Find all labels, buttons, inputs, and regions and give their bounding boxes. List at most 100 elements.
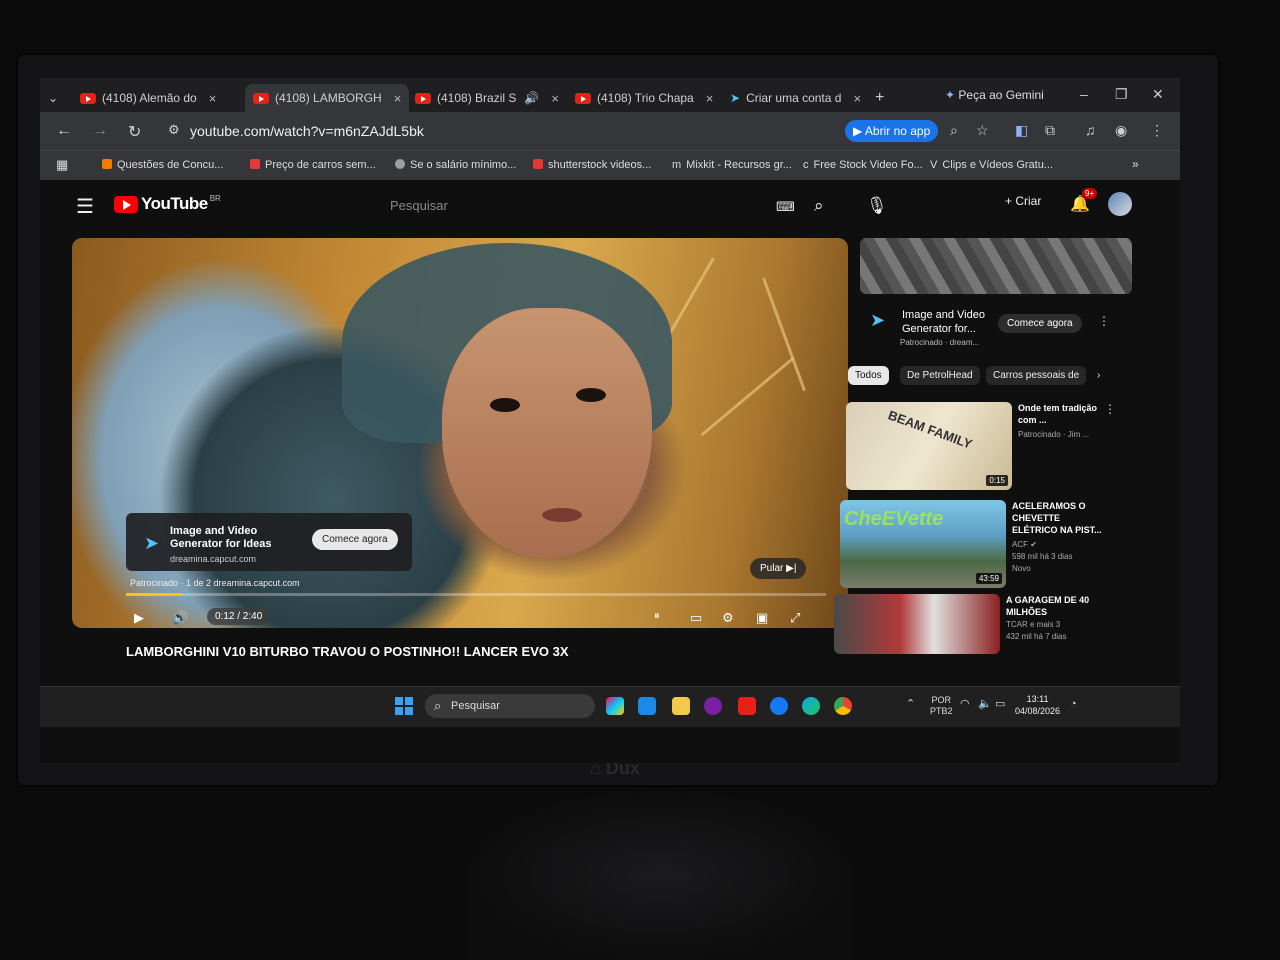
hamburger-menu-icon[interactable]: ☰ <box>76 194 94 219</box>
play-button[interactable]: ▶ <box>134 610 144 626</box>
bookmark-3[interactable]: Se o salário mínimo... <box>395 159 516 171</box>
progress-bar[interactable] <box>126 593 826 596</box>
forward-arrow-icon[interactable]: → <box>92 122 108 140</box>
list-item[interactable]: CheEVette 43:59 ACELERAMOS O CHEVETTE EL… <box>840 500 1120 590</box>
site-info-icon[interactable]: ⚙ <box>168 122 180 138</box>
tab-1[interactable]: (4108) Alemão do × <box>80 84 216 112</box>
more-options-icon[interactable]: ⋮ <box>1104 402 1116 416</box>
task-view-icon[interactable] <box>638 697 656 715</box>
close-tab-icon[interactable]: × <box>394 91 402 106</box>
gemini-sparkle-icon: ✦ <box>945 88 956 102</box>
open-in-app-button[interactable]: ▶ Abrir no app <box>845 120 939 142</box>
bookmark-5[interactable]: m Mixkit - Recursos gr... <box>672 159 792 171</box>
gemini-button[interactable]: ✦ Peça ao Gemini <box>945 88 1044 102</box>
facebook-icon[interactable] <box>770 697 788 715</box>
tab-2-active[interactable]: (4108) LAMBORGH × <box>245 84 410 112</box>
audio-playing-icon: 🔊 <box>524 91 540 105</box>
speaker-icon[interactable]: 🔈 <box>978 699 992 710</box>
close-tab-icon[interactable]: × <box>209 91 217 106</box>
video-title: LAMBORGHINI V10 BITURBO TRAVOU O POSTINH… <box>126 644 569 659</box>
youtube-favicon-icon <box>415 92 431 104</box>
chip-all[interactable]: Todos <box>848 366 889 385</box>
subtitles-icon[interactable]: ▭ <box>690 610 702 626</box>
video-stats: 432 mil há 7 dias <box>1006 632 1067 641</box>
capcut-logo-icon: ➤ <box>144 533 160 553</box>
close-tab-icon[interactable]: × <box>706 91 714 106</box>
settings-gear-icon[interactable]: ⚙ <box>722 610 734 626</box>
theater-mode-icon[interactable]: ▣ <box>756 610 768 626</box>
edge-icon[interactable] <box>802 697 820 715</box>
chrome-icon[interactable] <box>834 697 852 715</box>
extensions-icon[interactable]: ⧉ <box>1045 122 1055 139</box>
more-options-icon[interactable]: ⋮ <box>1098 314 1110 328</box>
minimize-button[interactable]: – <box>1080 86 1088 102</box>
profile-avatar[interactable]: ◉ <box>1115 122 1127 139</box>
back-arrow-icon[interactable]: ← <box>56 122 72 140</box>
chip-petrolhead[interactable]: De PetrolHead <box>900 366 980 385</box>
menu-kebab-icon[interactable]: ⋮ <box>1150 122 1164 139</box>
video-channel: ACF ✔ <box>1012 540 1037 549</box>
battery-icon[interactable]: ▭ <box>995 699 1005 710</box>
search-icon[interactable]: ⌕ <box>814 196 824 216</box>
microphone-icon[interactable]: 🎙 <box>866 196 888 216</box>
file-explorer-icon[interactable] <box>672 697 690 715</box>
create-button[interactable]: + Criar <box>1005 194 1041 208</box>
notification-center-icon[interactable]: ◔ <box>1070 699 1077 710</box>
tab-list-icon[interactable]: ⌄ <box>48 84 58 112</box>
translate-icon[interactable]: ◧ <box>1015 122 1028 139</box>
fullscreen-icon[interactable]: ⤢ <box>790 610 800 626</box>
youtube-play-icon <box>114 195 138 213</box>
autoplay-toggle[interactable]: ⏸ <box>654 610 660 623</box>
sponsor-banner-image[interactable] <box>860 238 1132 294</box>
ad-cta-button[interactable]: Comece agora <box>312 529 398 550</box>
avatar[interactable] <box>1108 192 1132 216</box>
wifi-icon[interactable]: ◠ <box>960 699 970 710</box>
sponsor-title[interactable]: Image and Video Generator for... <box>902 308 1002 336</box>
windows-start-icon[interactable] <box>395 697 413 715</box>
tab-5[interactable]: ➤ Criar uma conta d × <box>730 84 861 112</box>
taskbar-search[interactable]: Pesquisar <box>425 694 595 718</box>
youtube-logo[interactable]: YouTube BR <box>114 194 221 214</box>
tab-4[interactable]: (4108) Trio Chapa × <box>575 84 713 112</box>
ad-overlay[interactable]: ➤ Image and Video Generator for Ideas dr… <box>126 513 412 571</box>
video-player[interactable]: ➤ Image and Video Generator for Ideas dr… <box>72 238 848 628</box>
skip-ad-button[interactable]: Pular ▶| <box>750 558 807 579</box>
language-indicator[interactable]: POR PTB2 <box>930 695 953 717</box>
bookmark-2[interactable]: Preço de carros sem... <box>250 159 376 171</box>
volume-icon[interactable]: 🔊 <box>172 610 188 626</box>
monitor-stand <box>470 790 850 960</box>
search-input[interactable]: Pesquisar <box>390 198 448 213</box>
restore-button[interactable]: ❐ <box>1115 86 1128 103</box>
sponsor-cta-button[interactable]: Comece agora <box>998 314 1082 333</box>
new-tab-button[interactable]: + <box>875 84 884 112</box>
close-tab-icon[interactable]: × <box>853 91 861 106</box>
close-window-button[interactable]: ✕ <box>1152 86 1164 103</box>
copilot-icon[interactable] <box>606 697 624 715</box>
list-item[interactable]: BEAM FAMILY 0:15 Onde tem tradição com .… <box>846 402 1126 492</box>
capcut-logo-icon: ➤ <box>870 310 886 330</box>
chip-carros[interactable]: Carros pessoais de <box>986 366 1087 385</box>
bookmark-6[interactable]: c Free Stock Video Fo... <box>803 159 923 171</box>
more-bookmarks-icon[interactable]: » <box>1132 157 1139 171</box>
youtube-app-icon[interactable] <box>738 697 756 715</box>
bookmark-7[interactable]: V Clips e Vídeos Gratu... <box>930 159 1053 171</box>
zoom-icon[interactable]: ⌕ <box>950 122 958 139</box>
apps-grid-icon[interactable]: ▦ <box>56 157 68 173</box>
bookmark-4[interactable]: shutterstock videos... <box>533 159 651 171</box>
reload-icon[interactable]: ↻ <box>128 122 141 142</box>
list-item[interactable]: A GARAGEM DE 40 MILHÕES TCAR e mais 3 43… <box>834 594 1114 654</box>
bookmark-star-icon[interactable]: ☆ <box>976 122 989 139</box>
tray-expand-icon[interactable]: ⌃ <box>906 699 915 710</box>
chevron-right-icon[interactable]: › <box>1090 366 1107 385</box>
media-control-icon[interactable]: ♫ <box>1085 122 1096 138</box>
close-tab-icon[interactable]: × <box>551 91 559 106</box>
bookmarks-bar: ▦ Questões de Concu... Preço de carros s… <box>40 150 1180 181</box>
media-player-icon[interactable] <box>704 697 722 715</box>
coverr-icon: c <box>803 159 809 171</box>
time-display: 0:12 / 2:40 <box>207 608 271 625</box>
bookmark-1[interactable]: Questões de Concu... <box>102 159 223 171</box>
keyboard-icon[interactable]: ⌨ <box>776 199 795 215</box>
tab-3[interactable]: (4108) Brazil S 🔊 × <box>415 84 559 112</box>
url-field[interactable]: youtube.com/watch?v=m6nZAJdL5bk <box>190 123 424 139</box>
taskbar-clock[interactable]: 13:11 04/08/2026 <box>1015 693 1060 717</box>
